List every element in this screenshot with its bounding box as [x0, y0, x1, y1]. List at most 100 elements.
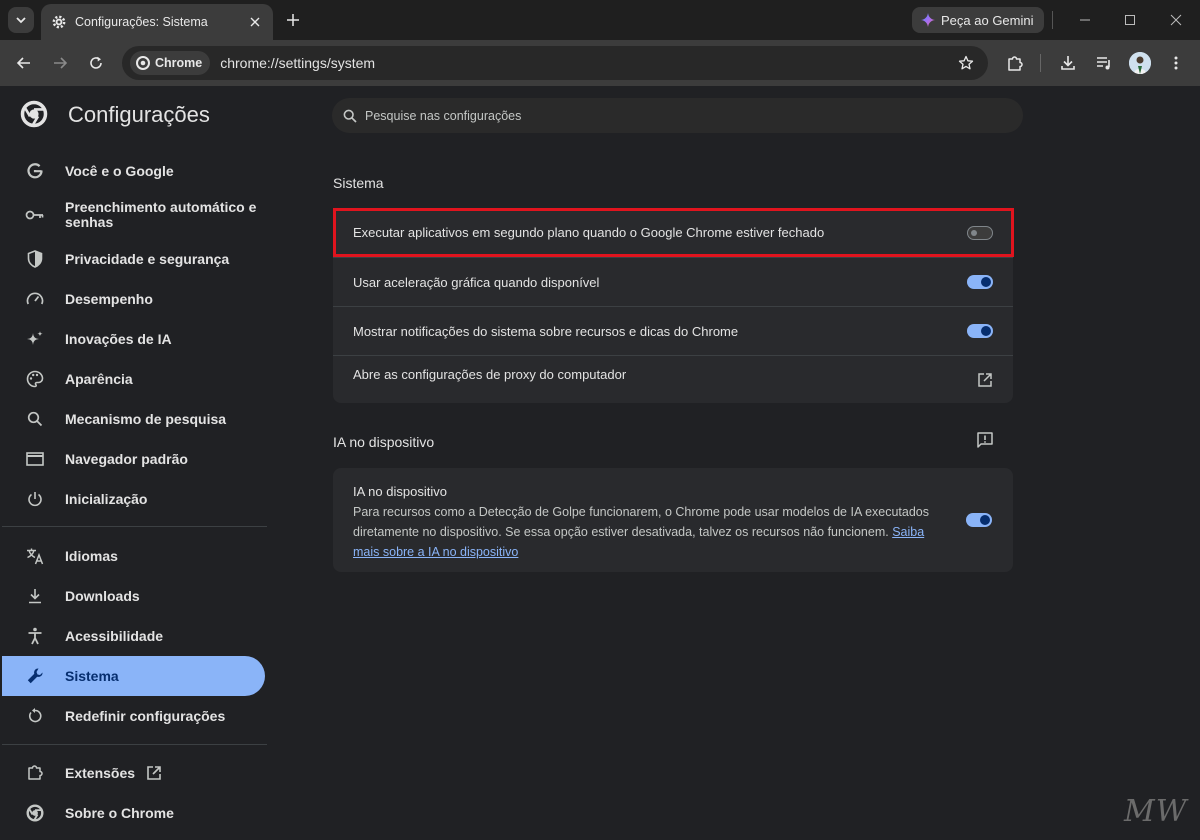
sidebar-item-label: Downloads [65, 587, 140, 604]
title-bar: Configurações: Sistema Peça ao Gemini [0, 0, 1200, 40]
puzzle-icon [25, 763, 45, 783]
ai-on-device-toggle[interactable] [966, 513, 992, 527]
sidebar-item-aparencia[interactable]: Aparência [0, 359, 265, 399]
new-tab-button[interactable] [282, 9, 304, 31]
palette-icon [25, 369, 45, 389]
maximize-icon [1125, 15, 1135, 25]
google-icon [25, 161, 45, 181]
download-icon [1061, 56, 1075, 70]
avatar[interactable] [1129, 52, 1151, 74]
close-window-button[interactable] [1164, 8, 1188, 32]
site-chip-label: Chrome [155, 56, 203, 70]
setting-row-system-notifications[interactable]: Mostrar notificações do sistema sobre re… [333, 306, 1013, 355]
sidebar-item-sobre-chrome[interactable]: Sobre o Chrome [0, 793, 265, 833]
section-title-sistema: Sistema [333, 175, 384, 191]
sidebar-item-preenchimento[interactable]: Preenchimento automático e senhas [0, 195, 265, 235]
settings-search-input[interactable]: Pesquise nas configurações [332, 98, 1023, 133]
watermark: MW [1124, 794, 1188, 829]
maximize-button[interactable] [1118, 8, 1142, 32]
sidebar-item-inovacoes-ia[interactable]: Inovações de IA [0, 319, 265, 359]
active-tab[interactable]: Configurações: Sistema [41, 4, 273, 40]
menu-button[interactable] [1164, 51, 1188, 75]
separator [1040, 54, 1041, 72]
forward-button[interactable] [48, 51, 72, 75]
power-icon [25, 489, 45, 509]
external-link-icon [146, 765, 162, 781]
sidebar-item-navegador-padrao[interactable]: Navegador padrão [0, 439, 265, 479]
sidebar-item-label: Você e o Google [65, 162, 174, 179]
gear-icon [51, 14, 67, 30]
shield-icon [25, 249, 45, 269]
sidebar-item-downloads[interactable]: Downloads [0, 576, 265, 616]
browser-window-icon [25, 449, 45, 469]
sidebar-item-label: Acessibilidade [65, 627, 164, 644]
minimize-button[interactable] [1073, 8, 1097, 32]
sidebar-item-label: Preenchimento automático e senhas [65, 199, 257, 230]
bookmark-star-icon[interactable] [956, 53, 976, 73]
sidebar-item-label: Desempenho [65, 290, 153, 307]
media-controls-button[interactable] [1092, 51, 1116, 75]
sidebar-item-label: Navegador padrão [65, 450, 188, 467]
separator [1052, 11, 1053, 29]
sidebar-item-extensoes[interactable]: Extensões [0, 753, 265, 793]
back-button[interactable] [12, 51, 36, 75]
tab-search-button[interactable] [8, 7, 34, 33]
reset-icon [25, 706, 45, 726]
downloads-button[interactable] [1056, 51, 1080, 75]
site-chip[interactable]: Chrome [130, 51, 211, 75]
external-link-icon[interactable] [977, 372, 993, 388]
sidebar-item-voce-e-o-google[interactable]: Você e o Google [0, 151, 265, 191]
setting-label: Usar aceleração gráfica quando disponíve… [353, 274, 600, 290]
feedback-icon[interactable] [976, 431, 994, 449]
sidebar-item-desempenho[interactable]: Desempenho [0, 279, 265, 319]
download-icon [25, 586, 45, 606]
sidebar-item-redefinir[interactable]: Redefinir configurações [0, 696, 265, 736]
plus-icon [287, 14, 299, 26]
setting-label: Mostrar notificações do sistema sobre re… [353, 323, 739, 339]
sidebar-item-label: Extensões [65, 764, 136, 781]
speedometer-icon [25, 289, 45, 309]
page-title: Configurações [68, 102, 210, 127]
minimize-icon [1080, 19, 1090, 21]
reload-icon [90, 56, 102, 69]
sidebar-item-label: Aparência [65, 370, 133, 387]
sidebar-item-label: Inicialização [65, 490, 148, 507]
close-icon [1170, 14, 1182, 26]
search-placeholder: Pesquise nas configurações [365, 108, 522, 123]
ai-setting-title: IA no dispositivo [353, 484, 447, 499]
sidebar-item-idiomas[interactable]: Idiomas [0, 536, 265, 576]
kebab-menu-icon [1174, 56, 1178, 70]
extensions-button[interactable] [1003, 51, 1027, 75]
sidebar-item-acessibilidade[interactable]: Acessibilidade [0, 616, 265, 656]
gemini-button[interactable]: Peça ao Gemini [912, 7, 1044, 33]
setting-row-hardware-acceleration[interactable]: Usar aceleração gráfica quando disponíve… [333, 257, 1013, 306]
sidebar-item-label: Privacidade e segurança [65, 250, 230, 267]
toolbar: Chrome chrome://settings/system [0, 40, 1200, 86]
reload-button[interactable] [84, 51, 108, 75]
setting-label: Abre as configurações de proxy do comput… [353, 367, 627, 382]
wrench-icon [25, 666, 45, 686]
close-tab-icon[interactable] [247, 14, 263, 30]
chrome-logo [20, 100, 48, 128]
accessibility-icon [25, 626, 45, 646]
sidebar-item-label: Inovações de IA [65, 330, 172, 347]
gemini-button-label: Peça ao Gemini [941, 12, 1034, 28]
chrome-icon [136, 56, 150, 70]
arrow-left-icon [16, 57, 30, 69]
sidebar-item-sistema[interactable]: Sistema [2, 656, 265, 696]
sidebar-item-mecanismo-pesquisa[interactable]: Mecanismo de pesquisa [0, 399, 265, 439]
search-icon [25, 409, 45, 429]
sidebar-divider [2, 526, 267, 527]
sidebar-item-privacidade[interactable]: Privacidade e segurança [0, 239, 265, 279]
sidebar-item-inicializacao[interactable]: Inicialização [0, 479, 265, 519]
sidebar-item-label: Redefinir configurações [65, 707, 226, 724]
address-bar[interactable]: Chrome chrome://settings/system [122, 46, 988, 80]
sidebar-item-label: Idiomas [65, 547, 118, 564]
system-notifications-toggle[interactable] [967, 324, 993, 338]
setting-row-proxy[interactable]: Abre as configurações de proxy do comput… [333, 355, 1013, 403]
section-title-ia: IA no dispositivo [333, 434, 435, 450]
chevron-down-icon [16, 17, 26, 24]
sidebar-item-label: Sistema [65, 667, 119, 684]
chrome-logo-icon [20, 100, 48, 128]
hardware-acceleration-toggle[interactable] [967, 275, 993, 289]
